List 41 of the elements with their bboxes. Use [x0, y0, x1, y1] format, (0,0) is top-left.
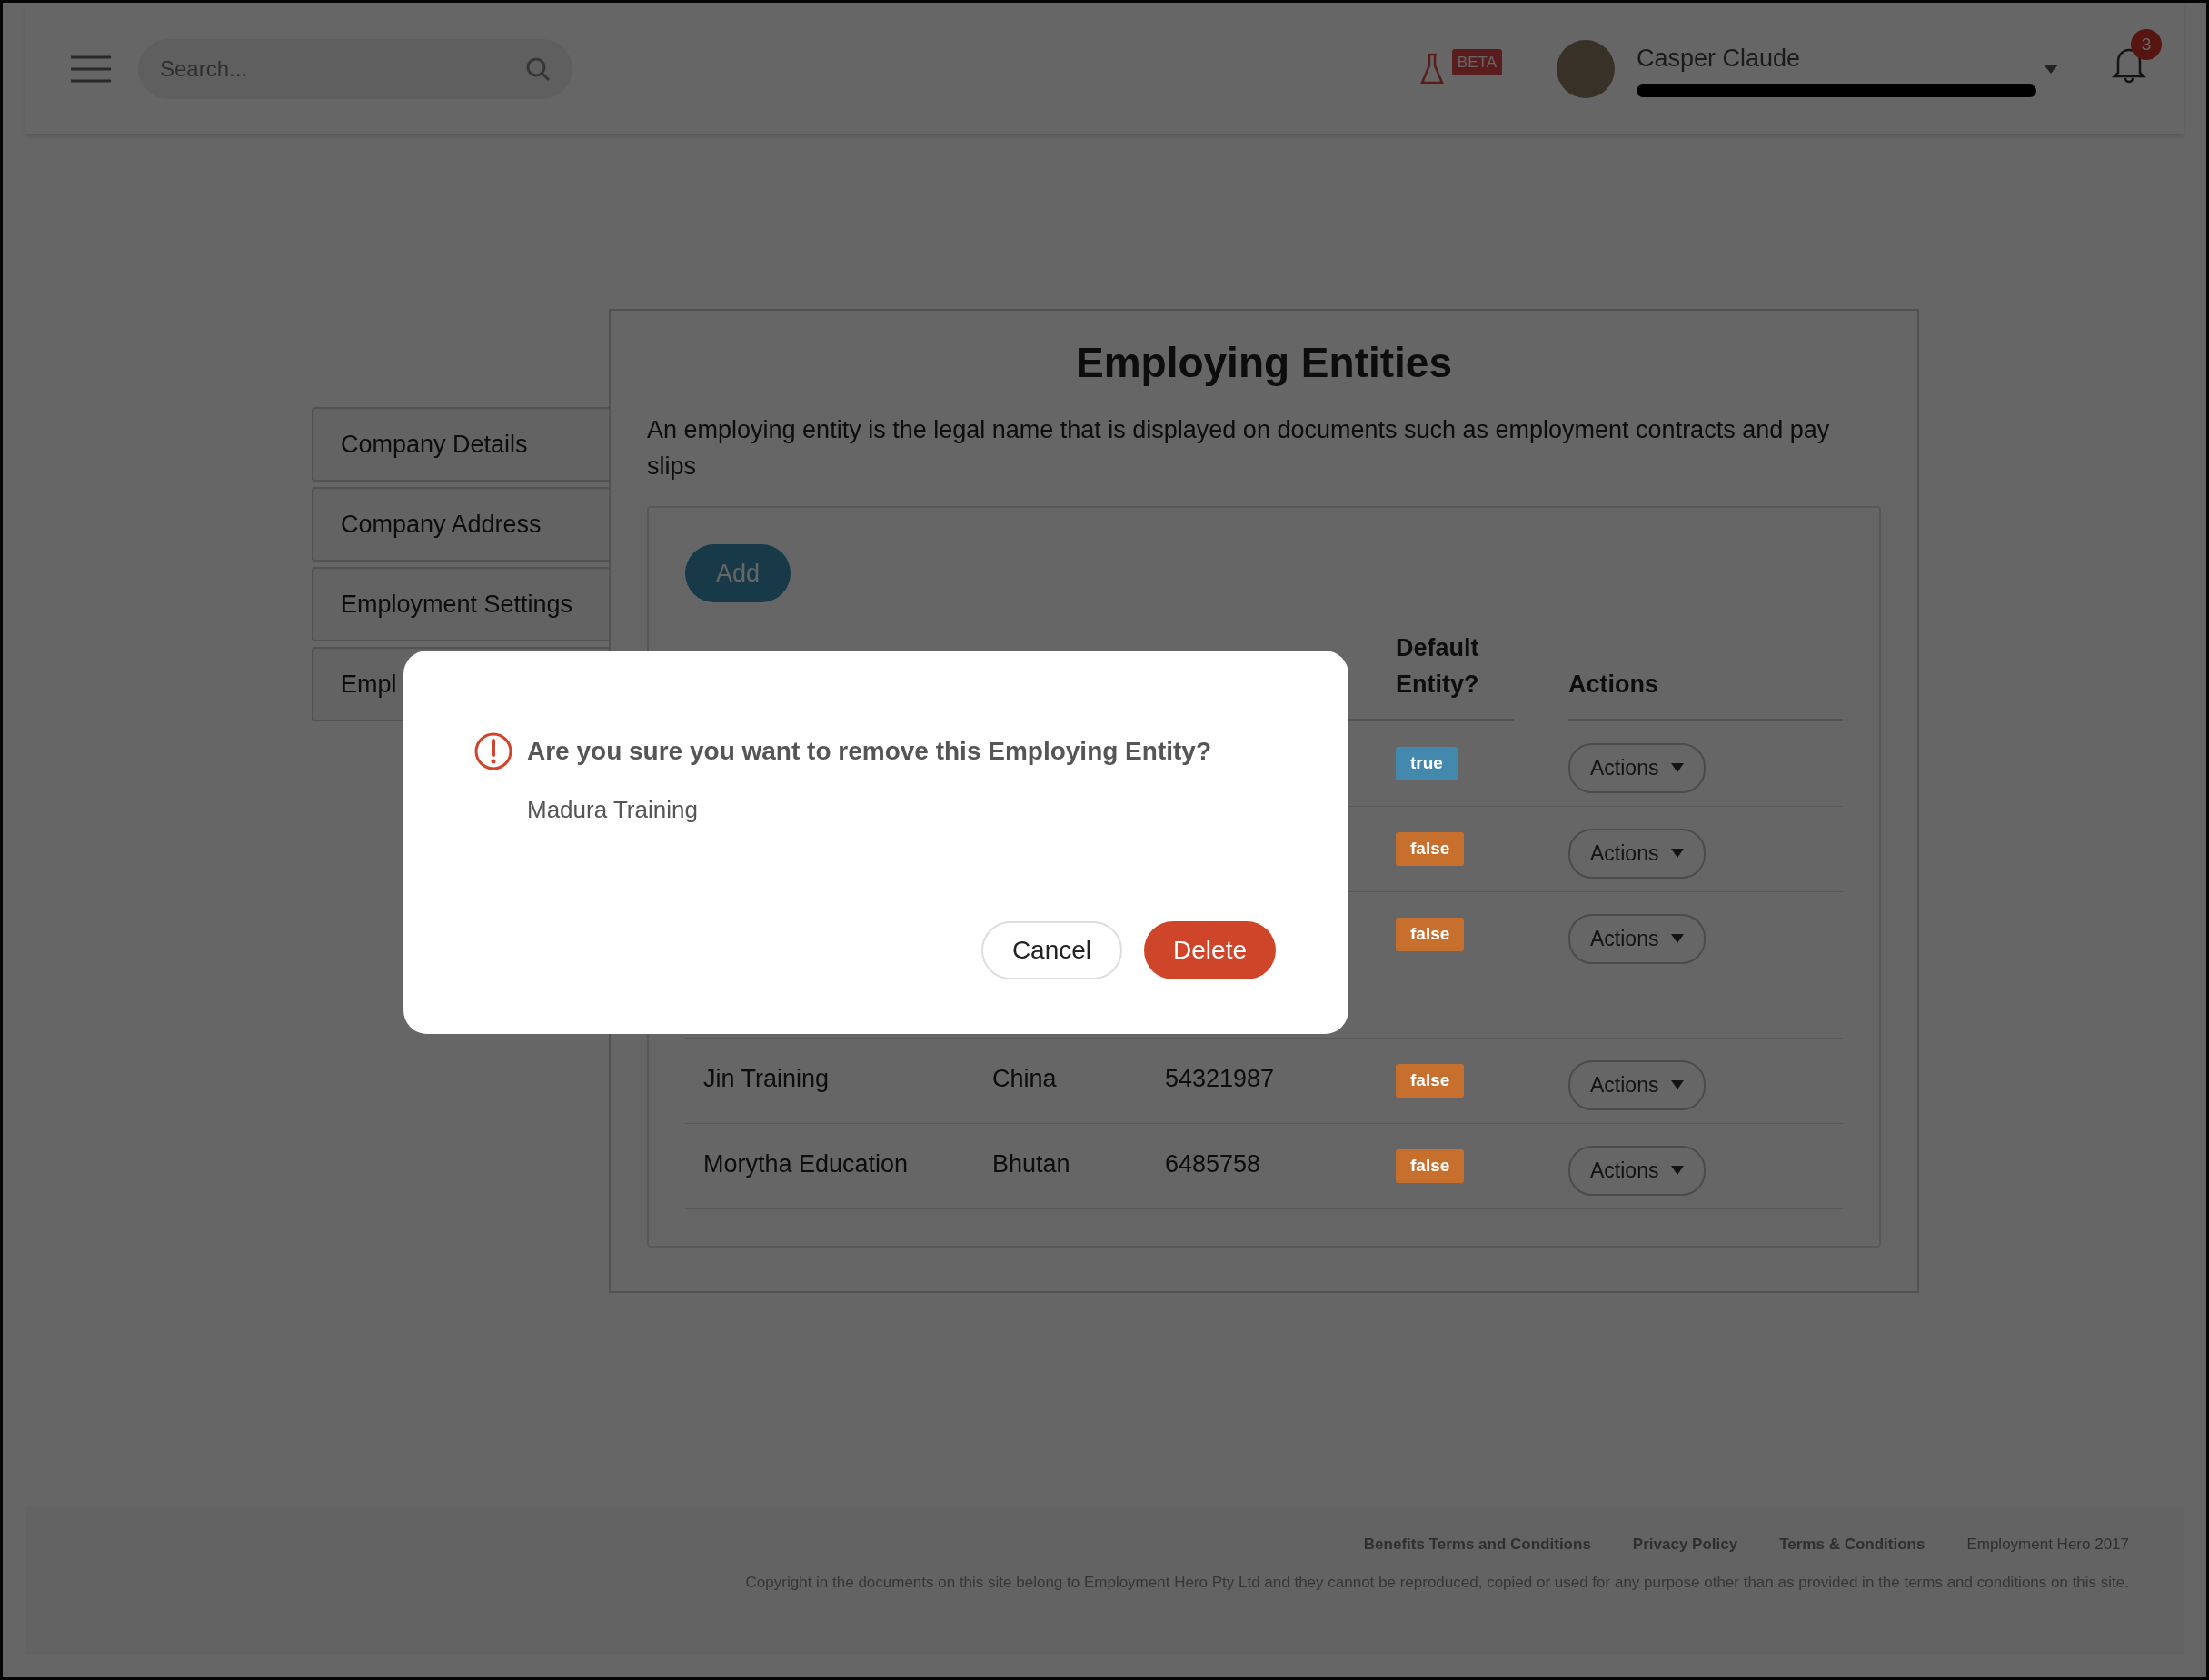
default-badge: false — [1396, 918, 1465, 951]
menu-icon[interactable] — [71, 55, 111, 83]
actions-dropdown[interactable]: Actions — [1568, 829, 1707, 879]
entity-name: Madura Training — [527, 795, 699, 825]
add-button[interactable]: Add — [685, 544, 791, 603]
search-icon[interactable] — [525, 55, 551, 82]
table-cell-text: Morytha Education — [703, 1149, 909, 1180]
warning-icon — [474, 732, 512, 770]
delete-button[interactable]: Delete — [1144, 921, 1276, 979]
default-badge: false — [1396, 1149, 1465, 1183]
table-cell-text: Jin Training — [703, 1064, 830, 1095]
caret-icon — [1671, 1166, 1685, 1176]
sidebar-item[interactable]: Employment Settings — [312, 567, 609, 641]
beta-badge: BETA — [1451, 48, 1502, 76]
dialog-title: Are you sure you want to remove this Employing Entity? — [527, 736, 1211, 767]
page-description: An employing entity is the legal name that is displayed on documents such as employment contracts and pay slips — [647, 415, 1831, 482]
table-cell-text: China — [992, 1064, 1057, 1095]
actions-dropdown[interactable]: Actions — [1568, 1146, 1707, 1196]
user-name[interactable]: Casper Claude — [1637, 40, 2036, 77]
sidebar-item[interactable]: Company Details — [312, 407, 609, 482]
caret-icon — [1671, 763, 1685, 773]
default-badge: true — [1396, 747, 1458, 780]
caret-icon — [1671, 934, 1685, 944]
sidebar-item[interactable]: Company Address — [312, 487, 609, 562]
caret-icon — [1671, 849, 1685, 859]
column-header: Actions — [1568, 670, 1658, 701]
default-badge: false — [1396, 832, 1465, 866]
flask-icon[interactable] — [1418, 52, 1445, 85]
table-cell-text: 6485758 — [1165, 1149, 1261, 1180]
actions-dropdown[interactable]: Actions — [1568, 743, 1707, 793]
notification-count: 3 — [2131, 29, 2162, 60]
caret-icon[interactable] — [2044, 64, 2058, 74]
cancel-button[interactable]: Cancel — [980, 921, 1123, 979]
table-cell-text: 54321987 — [1165, 1064, 1275, 1095]
default-badge: false — [1396, 1064, 1465, 1098]
page-title: Employing Entities — [1074, 338, 1453, 388]
column-header: Default Entity? — [1396, 633, 1480, 701]
table-cell-text: Bhutan — [992, 1149, 1070, 1180]
actions-dropdown[interactable]: Actions — [1568, 1060, 1707, 1110]
caret-icon — [1671, 1080, 1685, 1090]
actions-dropdown[interactable]: Actions — [1568, 914, 1707, 964]
